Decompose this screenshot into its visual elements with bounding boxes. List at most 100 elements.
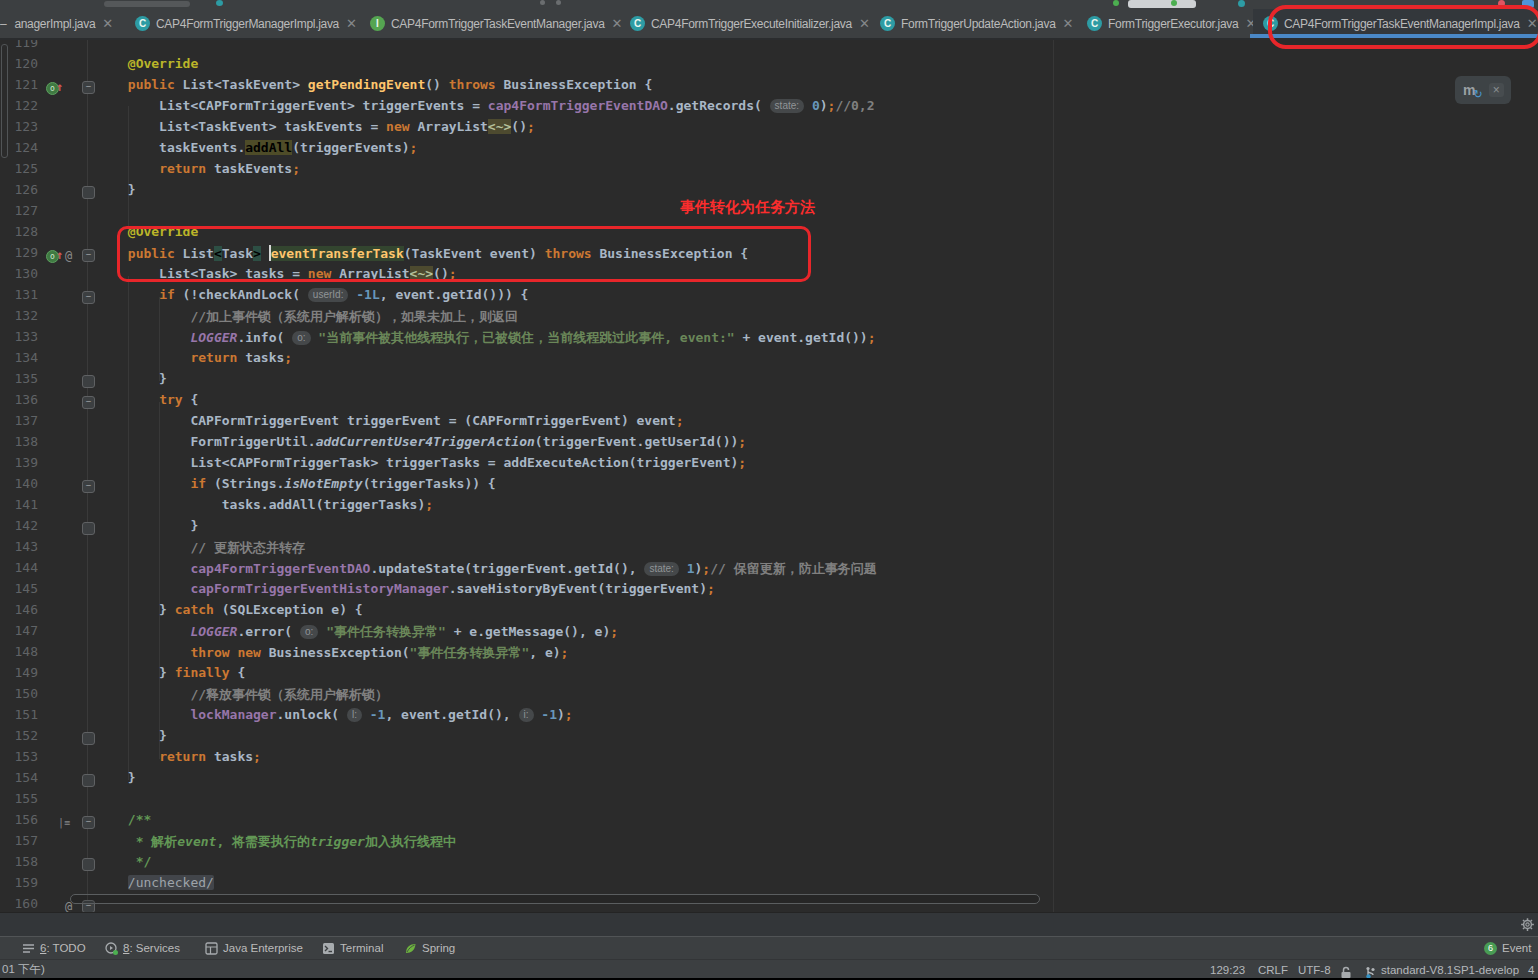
code-line-152[interactable]: }	[97, 728, 167, 749]
fold-marker-collapse[interactable]: −	[82, 480, 95, 493]
tab-CAP4FormTriggerTaskEventManager.java[interactable]: ICAP4FormTriggerTaskEventManager.java✕	[360, 9, 628, 38]
line-number: 144	[0, 560, 38, 581]
code-line-136[interactable]: try {	[97, 392, 199, 413]
line-number: 160	[0, 896, 38, 913]
code-line-138[interactable]: FormTriggerUtil.addCurrentUser4TriggerAc…	[97, 434, 747, 455]
code-line-149[interactable]: } finally {	[97, 665, 246, 686]
code-line-141[interactable]: tasks.addAll(triggerTasks);	[97, 497, 434, 518]
line-ending[interactable]: CRLF	[1258, 960, 1288, 979]
toolwindow-label: : TODO	[46, 942, 85, 954]
code-line-140[interactable]: if (Strings.isNotEmpty(triggerTasks)) {	[97, 476, 496, 497]
widget-close-icon[interactable]: ×	[1489, 83, 1504, 97]
code-line-146[interactable]: } catch (SQLException e) {	[97, 602, 363, 623]
code-line-134[interactable]: return tasks;	[97, 350, 293, 371]
code-line-131[interactable]: if (!checkAndLock( userId: -1L, event.ge…	[97, 287, 529, 308]
tab-close-icon[interactable]: ✕	[346, 16, 357, 31]
fold-marker-end[interactable]	[82, 186, 95, 199]
fold-marker-end[interactable]	[82, 375, 95, 388]
tab-label: anagerImpl.java	[14, 17, 95, 31]
fold-marker-collapse[interactable]: −	[82, 81, 95, 94]
toolwindow-button-javaenterprise[interactable]: Java Enterprise	[205, 937, 303, 959]
encoding[interactable]: UTF-8	[1298, 960, 1331, 979]
toolbar-fragment	[104, 1, 190, 7]
line-number: 134	[0, 350, 38, 371]
code-line-150[interactable]: //释放事件锁（系统用户解析锁）	[97, 686, 389, 707]
tab-CAP4FormTriggerExecuteInitializer.java[interactable]: CCAP4FormTriggerExecuteInitializer.java✕	[620, 9, 876, 38]
override-arrow-icon: ↑	[56, 80, 63, 94]
line-number: 128	[0, 224, 38, 245]
toolwindow-button-terminal[interactable]: Terminal	[322, 937, 383, 959]
code-line-121[interactable]: public List<TaskEvent> getPendingEvent()…	[97, 77, 653, 98]
code-line-153[interactable]: return tasks;	[97, 749, 261, 770]
fold-marker-collapse[interactable]: −	[82, 396, 95, 409]
status-bar: 01 下午) 129:23 CRLF UTF-8 standard-V8.1SP…	[0, 959, 1538, 979]
right-margin-guide	[1053, 40, 1054, 912]
horizontal-scrollbar[interactable]	[70, 894, 1040, 904]
code-line-143[interactable]: // 更新状态并转存	[97, 539, 305, 560]
tab-label: CAP4FormTriggerManagerImpl.java	[156, 17, 339, 31]
code-line-139[interactable]: List<CAPFormTriggerTask> triggerTasks = …	[97, 455, 747, 476]
fold-marker-end[interactable]	[82, 522, 95, 535]
event-log-button[interactable]: 6 Event	[1484, 937, 1531, 959]
caret-position[interactable]: 129:23	[1210, 960, 1245, 979]
line-number: 125	[0, 161, 38, 182]
toolwindow-label: : Services	[129, 942, 180, 954]
code-line-148[interactable]: throw new BusinessException("事件任务转换异常", …	[97, 644, 569, 665]
fold-marker-end[interactable]	[82, 858, 95, 871]
code-line-158[interactable]: */	[97, 854, 152, 875]
code-line-124[interactable]: taskEvents.addAll(triggerEvents);	[97, 140, 418, 161]
line-number: 126	[0, 182, 38, 203]
toolwindow-button-services[interactable]: 8: Services	[105, 937, 180, 959]
code-line-137[interactable]: CAPFormTriggerEvent triggerEvent = (CAPF…	[97, 413, 684, 434]
fold-marker-collapse[interactable]: −	[82, 816, 95, 829]
gear-icon[interactable]	[1520, 917, 1535, 932]
code-line-144[interactable]: cap4FormTriggerEventDAO.updateState(trig…	[97, 560, 877, 581]
code-line-154[interactable]: }	[97, 770, 136, 791]
code-line-135[interactable]: }	[97, 371, 167, 392]
tab-label: CAP4FormTriggerExecuteInitializer.java	[651, 17, 852, 31]
line-number: 133	[0, 329, 38, 350]
code-line-122[interactable]: List<CAPFormTriggerEvent> triggerEvents …	[97, 98, 875, 119]
code-line-147[interactable]: LOGGER.error( o: "事件任务转换异常" + e.getMessa…	[97, 623, 619, 644]
tab-anagerImpl.java[interactable]: –anagerImpl.java✕	[0, 9, 119, 38]
tab-CAP4FormTriggerManagerImpl.java[interactable]: CCAP4FormTriggerManagerImpl.java✕	[125, 9, 363, 38]
code-line-133[interactable]: LOGGER.info( o: "当前事件被其他线程执行，已被锁住，当前线程跳过…	[97, 329, 876, 350]
toolwindow-button-spring[interactable]: Spring	[404, 937, 455, 959]
event-log-label: Event	[1502, 942, 1531, 954]
tab-close-icon[interactable]: ✕	[859, 16, 870, 31]
code-line-125[interactable]: return taskEvents;	[97, 161, 301, 182]
line-number: 121	[0, 77, 38, 98]
code-line-142[interactable]: }	[97, 518, 199, 539]
toolbar-fragment	[1128, 0, 1196, 8]
tab-FormTriggerExecutor.java[interactable]: CFormTriggerExecutor.java✕	[1077, 9, 1262, 38]
tab-FormTriggerUpdateAction.java[interactable]: CFormTriggerUpdateAction.java✕	[870, 9, 1079, 38]
tab-label: FormTriggerUpdateAction.java	[901, 17, 1056, 31]
tab-close-icon[interactable]: ✕	[1063, 16, 1074, 31]
code-line-132[interactable]: //加上事件锁（系统用户解析锁），如果未加上，则返回	[97, 308, 519, 329]
code-editor[interactable]: 119120 @Override121 public List<TaskEven…	[0, 40, 1538, 912]
line-number: 123	[0, 119, 38, 140]
line-number: 145	[0, 581, 38, 602]
fold-marker-end[interactable]	[82, 732, 95, 745]
toolwindow-button-todo[interactable]: 6: TODO	[22, 937, 86, 959]
floating-widget[interactable]: m ↻ ×	[1455, 76, 1511, 104]
fold-marker-end[interactable]	[82, 774, 95, 787]
code-line-126[interactable]: }	[97, 182, 136, 203]
line-number: 151	[0, 707, 38, 728]
code-line-145[interactable]: capFormTriggerEventHistoryManager.saveHi…	[97, 581, 715, 602]
line-number: 137	[0, 413, 38, 434]
code-line-120[interactable]: @Override	[97, 56, 199, 77]
code-line-157[interactable]: * 解析event, 将需要执行的trigger加入执行线程中	[97, 833, 456, 854]
code-line-156[interactable]: /**	[97, 812, 152, 833]
fold-marker-collapse[interactable]: −	[82, 291, 95, 304]
services-icon	[105, 942, 118, 955]
code-line-123[interactable]: List<TaskEvent> taskEvents = new ArrayLi…	[97, 119, 535, 140]
code-line-159[interactable]: /unchecked/	[97, 875, 214, 896]
line-number: 148	[0, 644, 38, 665]
tab-close-icon[interactable]: ✕	[102, 16, 113, 31]
fold-marker-collapse[interactable]: −	[82, 249, 95, 262]
line-number: 138	[0, 434, 38, 455]
tab-label: FormTriggerExecutor.java	[1108, 17, 1238, 31]
code-line-151[interactable]: lockManager.unlock( l: -1, event.getId()…	[97, 707, 573, 728]
git-branch-name[interactable]: standard-V8.1SP1-develop	[1381, 960, 1519, 979]
